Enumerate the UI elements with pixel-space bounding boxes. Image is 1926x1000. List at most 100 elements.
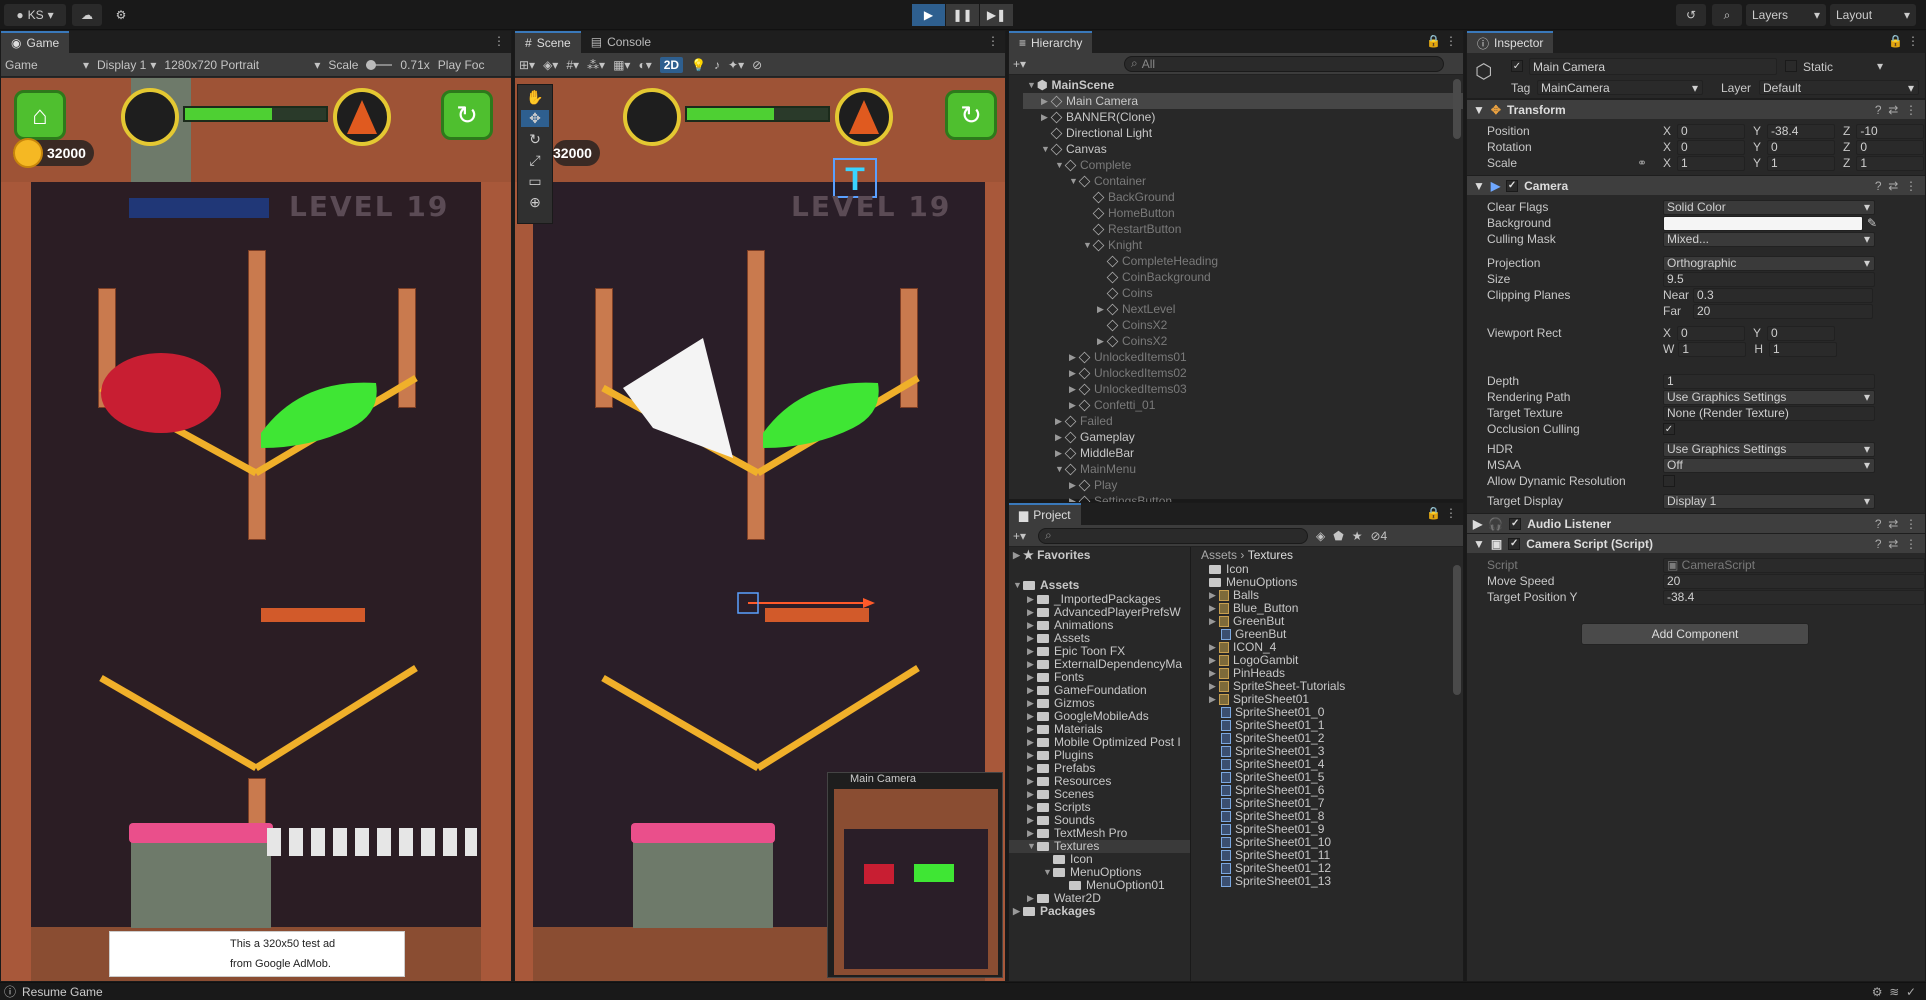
audio-toggle[interactable]: ♪ [714, 58, 720, 72]
game-mode-dropdown[interactable]: Game ▾ [5, 58, 89, 72]
foldout-icon[interactable]: ▼ [1027, 840, 1037, 853]
chevron-down-icon[interactable]: ▾ [1877, 59, 1883, 73]
scale-x-field[interactable]: 1 [1677, 155, 1746, 171]
hierarchy-item[interactable]: ▶ MiddleBar [1023, 445, 1463, 461]
hierarchy-item[interactable]: ▶ Confetti_01 [1023, 397, 1463, 413]
tab-project[interactable]: ▆ Project [1009, 503, 1081, 525]
property-dropdown[interactable]: Off ▾ [1663, 457, 1875, 473]
more-options-icon[interactable]: ⋮ [1445, 506, 1457, 520]
hierarchy-search[interactable]: ⌕ All [1124, 55, 1445, 72]
project-folder[interactable]: ▶ Water2D [1009, 892, 1190, 905]
pause-button[interactable]: ❚❚ [946, 4, 979, 26]
hierarchy-item[interactable]: ▶ Play [1023, 477, 1463, 493]
background-color-field[interactable] [1663, 215, 1863, 231]
hierarchy-item[interactable]: ▼ Complete [1023, 157, 1463, 173]
foldout-icon[interactable]: ▶ [1209, 589, 1219, 602]
transform-tool-icon[interactable]: ⊕ [529, 194, 541, 211]
lock-icon[interactable]: 🔒 [1426, 506, 1441, 520]
move-gizmo[interactable] [533, 548, 985, 808]
active-checkbox[interactable]: ✓ [1511, 60, 1523, 72]
scale-slider[interactable] [366, 59, 393, 70]
viewport-w-field[interactable]: 1 [1678, 341, 1747, 357]
component-menu-icons[interactable]: ? ⇄ ⋮ [1875, 179, 1917, 193]
play-focus-dropdown[interactable]: Play Foc [438, 58, 485, 72]
property-checkbox[interactable] [1663, 475, 1675, 487]
hierarchy-item[interactable]: ▶ Main Camera [1023, 93, 1463, 109]
foldout-icon[interactable]: ▶ [1027, 684, 1037, 697]
move-tool-icon[interactable]: ✥ [521, 110, 549, 127]
component-menu-icons[interactable]: ? ⇄ ⋮ [1875, 537, 1917, 551]
layer-dropdown[interactable]: Default ▾ [1759, 80, 1919, 95]
hierarchy-item[interactable]: ▶ Failed [1023, 413, 1463, 429]
foldout-icon[interactable]: ▶ [1027, 892, 1037, 905]
project-search[interactable]: ⌕ [1038, 527, 1309, 544]
foldout-icon[interactable]: ▶ [1209, 693, 1219, 706]
lighting-toggle[interactable]: 💡 [691, 58, 706, 72]
project-folder[interactable]: ▶ TextMesh Pro [1009, 827, 1190, 840]
foldout-icon[interactable]: ▼ [1043, 866, 1053, 879]
tab-console[interactable]: ▤ Console [580, 31, 662, 53]
hierarchy-item[interactable]: CoinsX2 [1023, 317, 1463, 333]
project-folder[interactable]: ▶ Resources [1009, 775, 1190, 788]
foldout-icon[interactable]: ▶ [1027, 749, 1037, 762]
project-folder[interactable]: ▼ Textures [1009, 840, 1190, 853]
foldout-icon[interactable]: ▶ [1027, 775, 1037, 788]
property-field[interactable]: 1 [1663, 373, 1875, 389]
rect-tool-icon[interactable]: ▭ [528, 173, 541, 190]
hierarchy-item[interactable]: Directional Light [1023, 125, 1463, 141]
hierarchy-item[interactable]: ▶ UnlockedItems02 [1023, 365, 1463, 381]
script-field[interactable]: ▣ CameraScript [1663, 557, 1925, 573]
account-dropdown[interactable]: ● KS ▾ [4, 4, 66, 26]
eyedropper-icon[interactable]: ✎ [1867, 216, 1877, 230]
game-viewport[interactable]: ⌂ ↻ 32000 LEVEL 19 This a 320x50 test ad… [1, 78, 511, 981]
tab-scene[interactable]: # Scene [515, 31, 581, 53]
hierarchy-item[interactable]: CoinBackground [1023, 269, 1463, 285]
project-folder[interactable]: ▶ Packages [1009, 905, 1190, 918]
more-options-icon[interactable]: ⋮ [493, 34, 505, 48]
camera-enabled-checkbox[interactable]: ✓ [1506, 179, 1519, 192]
foldout-icon[interactable]: ▶ [1027, 619, 1037, 632]
search-by-label-icon[interactable]: ⬟ [1333, 529, 1343, 543]
foldout-icon[interactable]: ▶ [1209, 641, 1219, 654]
step-button[interactable]: ▶❚ [980, 4, 1013, 26]
hierarchy-item[interactable]: ▶ UnlockedItems03 [1023, 381, 1463, 397]
project-folder[interactable]: ▶ Plugins [1009, 749, 1190, 762]
property-checkbox[interactable]: ✓ [1663, 423, 1675, 435]
move-speed-field[interactable]: 20 [1663, 573, 1925, 589]
foldout-icon[interactable]: ▶ [1027, 632, 1037, 645]
rotation-y-field[interactable]: 0 [1767, 139, 1836, 155]
object-name-field[interactable]: Main Camera [1529, 58, 1777, 75]
increment-dropdown[interactable]: ▦▾ [613, 58, 630, 72]
snap-dropdown[interactable]: ⁂▾ [587, 58, 605, 72]
more-options-icon[interactable]: ⋮ [987, 34, 999, 48]
favorites-row[interactable]: ▶ ★ Favorites [1009, 547, 1190, 563]
scene-viewport[interactable]: ✋ ✥ ↻ ⤢ ▭ ⊕ 32000 ↻ T LEVEL 19 Main Came… [515, 78, 1005, 981]
link-icon[interactable]: ⚭ [1637, 156, 1655, 170]
foldout-icon[interactable]: ▶ [1027, 671, 1037, 684]
hierarchy-item[interactable]: ▶ BANNER(Clone) [1023, 109, 1463, 125]
scale-slider-thumb[interactable] [366, 59, 377, 70]
project-folder[interactable]: ▶ Scenes [1009, 788, 1190, 801]
hidden-objects-toggle[interactable]: ⊘ [752, 58, 762, 72]
target-position-field[interactable]: -38.4 [1663, 589, 1925, 605]
position-x-field[interactable]: 0 [1677, 123, 1746, 139]
hierarchy-item[interactable]: ▼ Canvas [1023, 141, 1463, 157]
foldout-icon[interactable]: ▶ [1027, 814, 1037, 827]
foldout-icon[interactable]: ▶ [1027, 710, 1037, 723]
scale-z-field[interactable]: 1 [1856, 155, 1925, 171]
hierarchy-item[interactable]: CompleteHeading [1023, 253, 1463, 269]
property-dropdown[interactable]: Solid Color ▾ [1663, 199, 1875, 215]
audio-listener-header[interactable]: ▶ 🎧 ✓ Audio Listener ? ⇄ ⋮ [1467, 513, 1925, 533]
component-menu-icons[interactable]: ? ⇄ ⋮ [1875, 103, 1917, 117]
status-icons[interactable]: ⚙ ≋ ✓ [1872, 985, 1916, 999]
property-dropdown[interactable]: Display 1 ▾ [1663, 493, 1875, 509]
lock-icon[interactable]: 🔒 [1888, 34, 1903, 48]
hierarchy-item[interactable]: HomeButton [1023, 205, 1463, 221]
tab-hierarchy[interactable]: ≡ Hierarchy [1009, 31, 1093, 53]
foldout-icon[interactable]: ▶ [1027, 658, 1037, 671]
search-button[interactable]: ⌕ [1712, 4, 1742, 26]
home-button[interactable]: ⌂ [14, 90, 66, 140]
add-component-button[interactable]: Add Component [1581, 623, 1809, 645]
collab-button[interactable]: ⚙ [108, 4, 134, 26]
ad-banner[interactable]: This a 320x50 test ad from Google AdMob. [109, 931, 405, 977]
